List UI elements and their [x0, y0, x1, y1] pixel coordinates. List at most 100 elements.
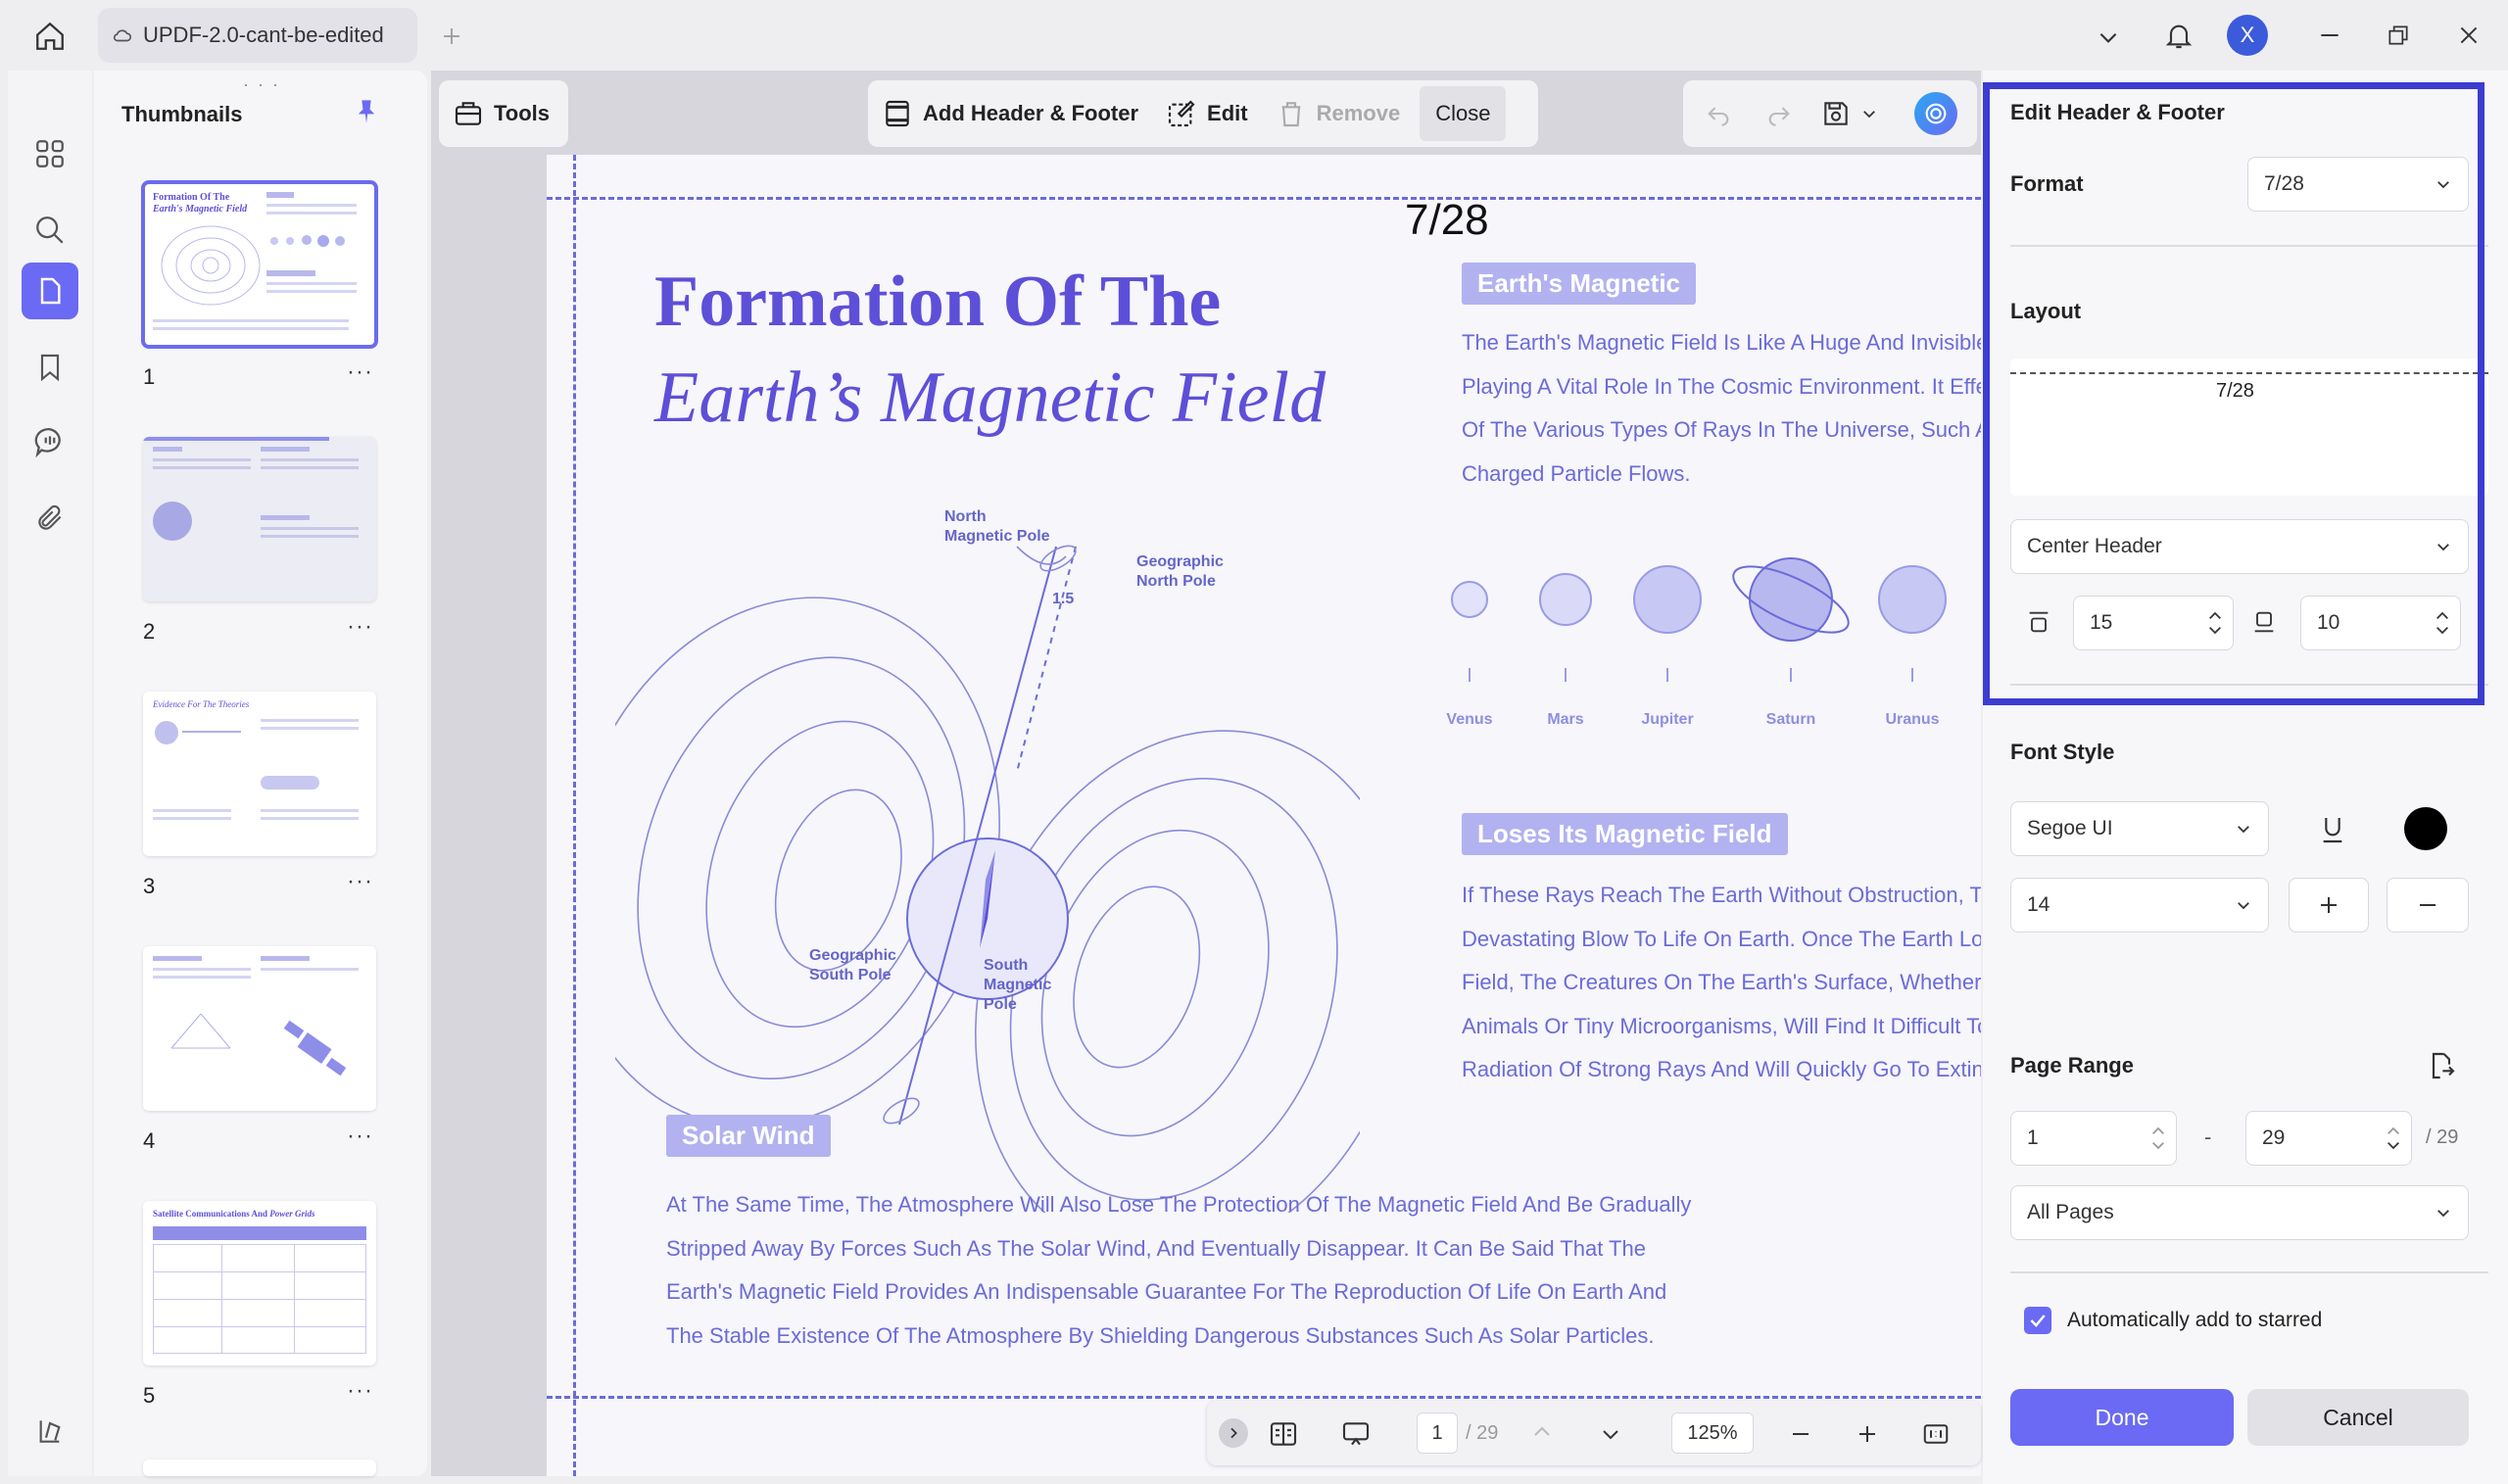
thumbnail-more-button[interactable]: ···	[347, 613, 373, 641]
text-color-swatch[interactable]	[2404, 807, 2447, 850]
thumbnail-more-button[interactable]: ···	[347, 1377, 373, 1405]
underline-icon[interactable]	[2310, 807, 2355, 852]
thumbnail-page-6-partial[interactable]	[143, 1460, 376, 1476]
zoom-out-icon[interactable]	[1783, 1416, 1818, 1452]
edit-header-footer-panel: Edit Header & Footer Format 7/28 Layout …	[1983, 71, 2508, 1484]
bookmark-icon[interactable]	[22, 339, 78, 396]
bell-icon[interactable]	[2159, 16, 2198, 55]
tab-title: UPDF-2.0-cant-be-edited	[143, 23, 384, 47]
page-range-settings-icon[interactable]	[2422, 1046, 2461, 1085]
restore-icon[interactable]	[2381, 18, 2416, 53]
font-size-select[interactable]: 14	[2010, 878, 2269, 933]
chevron-down-icon[interactable]	[2386, 1140, 2401, 1152]
edit-button[interactable]: Edit	[1152, 80, 1262, 147]
cancel-button[interactable]: Cancel	[2247, 1389, 2469, 1446]
chevron-up-icon[interactable]	[2150, 1125, 2166, 1136]
section-heading-loses-magnetic-field: Loses Its Magnetic Field	[1462, 813, 1788, 855]
doc-title-line2: Earth’s Magnetic Field	[654, 358, 1326, 438]
left-rail	[8, 71, 92, 1476]
left-margin-guide	[573, 155, 576, 1476]
thumbnail-more-button[interactable]: ···	[347, 868, 373, 895]
close-window-icon[interactable]	[2451, 18, 2486, 53]
home-icon[interactable]	[27, 14, 72, 59]
thumb-title-text: Formation Of The Earth's Magnetic Field	[153, 192, 248, 215]
add-header-footer-button[interactable]: Add Header & Footer	[868, 80, 1152, 147]
close-header-footer-button[interactable]: Close	[1420, 86, 1507, 141]
chevron-up-icon[interactable]	[2207, 609, 2223, 621]
tools-label: Tools	[494, 101, 551, 125]
plus-icon	[2321, 897, 2337, 913]
thumbnail-number: 3	[143, 874, 156, 898]
toolbox-icon	[455, 102, 482, 125]
minimize-icon[interactable]	[2312, 18, 2347, 53]
organize-pages-icon[interactable]	[22, 125, 78, 182]
range-to-stepper[interactable]: 29	[2245, 1111, 2412, 1166]
chevron-up-icon[interactable]	[2386, 1125, 2401, 1136]
chevron-down-icon[interactable]	[2435, 625, 2450, 637]
section1-body: The Earth's Magnetic Field Is Like A Hug…	[1462, 330, 1981, 486]
auto-star-checkbox[interactable]	[2024, 1307, 2051, 1334]
zoom-level[interactable]: 125%	[1671, 1412, 1754, 1454]
decrease-font-size-button[interactable]	[2387, 878, 2469, 933]
planet-label-venus: Venus	[1446, 711, 1493, 728]
thumbnail-page-1[interactable]: Formation Of The Earth's Magnetic Field	[141, 180, 378, 349]
format-label: Format	[2010, 171, 2084, 196]
chevron-down-icon[interactable]	[2207, 625, 2223, 637]
doc-title-line1: Formation Of The	[654, 262, 1222, 342]
thumbnail-page-2[interactable]	[143, 437, 376, 601]
search-icon[interactable]	[22, 202, 78, 259]
attachment-icon[interactable]	[22, 490, 78, 547]
remove-button[interactable]: Remove	[1262, 80, 1415, 147]
comment-icon[interactable]	[22, 413, 78, 470]
previous-page-icon[interactable]	[1524, 1414, 1560, 1450]
thumbnail-more-button[interactable]: ···	[347, 1123, 373, 1150]
header-position-select[interactable]: Center Header	[2010, 519, 2469, 574]
actual-size-icon[interactable]	[1918, 1416, 1953, 1452]
save-icon[interactable]	[1816, 94, 1856, 133]
redo-icon[interactable]	[1761, 96, 1797, 131]
undo-icon[interactable]	[1701, 96, 1736, 131]
bottom-margin-stepper[interactable]: 10	[2300, 596, 2461, 650]
footer-margin-guide	[547, 1396, 1981, 1399]
top-margin-stepper[interactable]: 15	[2073, 596, 2234, 650]
done-button[interactable]: Done	[2010, 1389, 2234, 1446]
trash-icon	[1281, 102, 1300, 127]
avatar[interactable]: X	[2227, 15, 2268, 56]
font-style-label: Font Style	[2010, 740, 2115, 764]
thumbnail-number: 2	[143, 619, 156, 644]
document-tab[interactable]: UPDF-2.0-cant-be-edited	[98, 8, 417, 63]
planet-label-uranus: Uranus	[1885, 711, 1940, 728]
thumbnail-page-4[interactable]	[143, 946, 376, 1111]
save-options-chevron-icon[interactable]	[1857, 100, 1881, 127]
collapse-bar-chevron-icon[interactable]	[1219, 1418, 1248, 1448]
thumbnails-page-icon[interactable]	[22, 263, 78, 319]
presentation-icon[interactable]	[1336, 1414, 1375, 1454]
thumbnail-more-button[interactable]: ···	[347, 359, 373, 386]
section3-body: At The Same Time, The Atmosphere Will Al…	[666, 1192, 1692, 1348]
thumbnail-page-3[interactable]: Evidence For The Theories	[143, 692, 376, 856]
font-family-select[interactable]: Segoe UI	[2010, 801, 2269, 856]
current-page-input[interactable]: 1	[1417, 1412, 1458, 1454]
layout-label: Layout	[2010, 299, 2082, 323]
drag-handle[interactable]: · · ·	[243, 74, 280, 95]
pin-icon[interactable]	[351, 94, 382, 129]
zoom-in-icon[interactable]	[1850, 1416, 1885, 1452]
range-from-stepper[interactable]: 1	[2010, 1111, 2177, 1166]
chevron-up-icon[interactable]	[2435, 609, 2450, 621]
chevron-down-icon[interactable]	[2091, 20, 2126, 55]
section-heading-solar-wind: Solar Wind	[666, 1115, 831, 1157]
ai-assistant-icon[interactable]	[1914, 92, 1957, 135]
increase-font-size-button[interactable]	[2289, 878, 2369, 933]
next-page-icon[interactable]	[1593, 1416, 1628, 1452]
sidebar-toggle-icon[interactable]	[22, 1403, 78, 1460]
thumbnail-page-5[interactable]: Satellite Communications And Power Grids	[143, 1201, 376, 1365]
tools-button[interactable]: Tools	[439, 80, 568, 147]
header-footer-toolbar: Add Header & Footer Edit Remove Close	[868, 80, 1538, 147]
page-layout-icon[interactable]	[1264, 1414, 1303, 1454]
new-tab-plus-icon[interactable]	[435, 20, 468, 53]
total-pages: / 29	[1466, 1422, 1499, 1444]
chevron-down-icon[interactable]	[2150, 1140, 2166, 1152]
page-subset-select[interactable]: All Pages	[2010, 1185, 2469, 1240]
format-select[interactable]: 7/28	[2247, 157, 2469, 212]
range-separator: -	[2204, 1125, 2212, 1149]
